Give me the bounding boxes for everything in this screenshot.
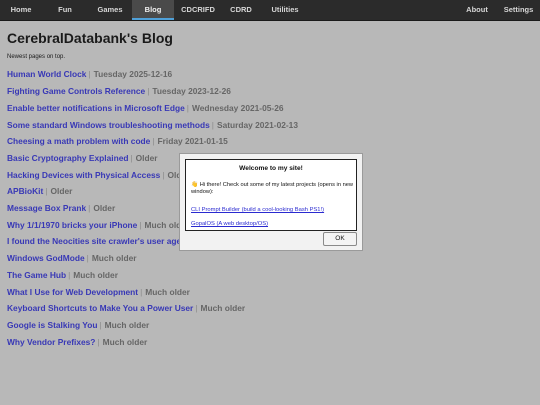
- post-item: APBioKit | Older: [7, 184, 72, 198]
- post-link[interactable]: APBioKit: [7, 186, 43, 196]
- post-date: Wednesday 2021-05-26: [191, 103, 284, 113]
- nav-cdrd[interactable]: CDRD: [222, 0, 260, 20]
- nav-utilities[interactable]: Utilities: [260, 0, 310, 20]
- post-date: Much older: [91, 253, 137, 263]
- post-item: What I Use for Web Development | Much olde…: [7, 285, 190, 299]
- welcome-dialog-body: Welcome to my site! 👋 Hi there! Check ou…: [185, 159, 357, 231]
- dialog-message: 👋 Hi there! Check out some of my latest …: [191, 182, 353, 196]
- ok-button[interactable]: OK: [323, 232, 357, 246]
- welcome-dialog: Welcome to my site! 👋 Hi there! Check ou…: [179, 153, 363, 251]
- post-divider: |: [88, 69, 91, 79]
- waving-hand-icon: 👋: [191, 182, 199, 188]
- post-item: Fighting Game Controls Reference | Tuesday…: [7, 84, 231, 98]
- post-item: Cheesing a math problem with code | Friday…: [7, 134, 228, 148]
- page-title: CerebralDatabank's Blog: [7, 30, 173, 46]
- post-link[interactable]: The Game Hub: [7, 270, 66, 280]
- post-link[interactable]: What I Use for Web Development: [7, 287, 138, 297]
- post-item: Enable better notifications in Microsoft…: [7, 101, 284, 115]
- post-link[interactable]: I found the Neocities site crawler's use…: [7, 236, 181, 246]
- page-subtitle: Newest pages on top.: [7, 54, 66, 60]
- post-link[interactable]: Hacking Devices with Physical Access: [7, 170, 160, 180]
- post-date: Much older: [145, 287, 190, 297]
- post-item: Message Box Prank | Older: [7, 201, 115, 215]
- post-link[interactable]: Windows GodMode: [7, 253, 85, 263]
- post-item: Some standard Windows troubleshooting me…: [7, 118, 298, 132]
- post-link[interactable]: Why 1/1/1970 bricks your iPhone: [7, 220, 137, 230]
- nav-settings[interactable]: Settings: [497, 0, 540, 20]
- post-date: Older: [93, 203, 116, 213]
- post-divider: |: [211, 120, 214, 130]
- nav-about[interactable]: About: [457, 0, 497, 20]
- post-divider: |: [186, 103, 189, 113]
- nav-cdcrifd[interactable]: CDCRIFD: [174, 0, 222, 20]
- post-date: Much older: [102, 337, 148, 347]
- nav-games[interactable]: Games: [88, 0, 132, 20]
- post-divider: |: [195, 303, 198, 313]
- post-link[interactable]: Cheesing a math problem with code: [7, 136, 150, 146]
- post-date: Tuesday 2023-12-26: [152, 86, 231, 96]
- post-item: I found the Neocities site crawler's use…: [7, 234, 181, 248]
- post-date: Much older: [200, 303, 246, 313]
- post-link[interactable]: Google is Stalking You: [7, 320, 97, 330]
- post-link[interactable]: Fighting Game Controls Reference: [7, 86, 145, 96]
- post-link[interactable]: Human World Clock: [7, 69, 86, 79]
- post-link[interactable]: Message Box Prank: [7, 203, 86, 213]
- post-item: Why Vendor Prefixes? | Much older: [7, 335, 147, 349]
- top-nav: Home Fun Games Blog CDCRIFD CDRD Utiliti…: [0, 0, 540, 21]
- post-item: Human World Clock | Tuesday 2025-12-16: [7, 67, 172, 81]
- post-divider: |: [99, 320, 102, 330]
- post-item: The Game Hub | Much older: [7, 268, 118, 282]
- cli-prompt-builder-link[interactable]: CLI Prompt Builder (build a cool-looking…: [191, 207, 324, 213]
- post-divider: |: [152, 136, 155, 146]
- post-date: Older: [135, 153, 158, 163]
- post-item: Keyboard Shortcuts to Make You a Power U…: [7, 301, 245, 315]
- post-item: Basic Cryptography Explained | Older: [7, 151, 158, 165]
- post-divider: |: [86, 253, 89, 263]
- post-divider: |: [162, 170, 165, 180]
- post-link[interactable]: Enable better notifications in Microsoft…: [7, 103, 185, 113]
- post-divider: |: [97, 337, 100, 347]
- post-link[interactable]: Why Vendor Prefixes?: [7, 337, 95, 347]
- post-date: Much older: [104, 320, 150, 330]
- post-item: Windows GodMode | Much older: [7, 251, 136, 265]
- gopalos-link[interactable]: GopalOS (A web desktop/OS): [191, 221, 268, 227]
- dialog-title: Welcome to my site!: [239, 165, 303, 172]
- post-item: Google is Stalking You | Much older: [7, 318, 149, 332]
- post-date: Tuesday 2025-12-16: [93, 69, 173, 79]
- dialog-message-text: Hi there! Check out some of my latest pr…: [191, 182, 354, 195]
- post-date: Saturday 2021-02-13: [216, 120, 298, 130]
- post-date: Friday 2021-01-15: [157, 136, 228, 146]
- nav-blog[interactable]: Blog: [132, 0, 174, 20]
- post-divider: |: [130, 153, 133, 163]
- nav-fun[interactable]: Fun: [42, 0, 88, 20]
- post-date: Older: [50, 186, 73, 196]
- nav-home[interactable]: Home: [0, 0, 42, 20]
- post-date: Much older: [73, 270, 118, 280]
- post-link[interactable]: Basic Cryptography Explained: [7, 153, 128, 163]
- post-link[interactable]: Keyboard Shortcuts to Make You a Power U…: [7, 303, 193, 313]
- post-link[interactable]: Some standard Windows troubleshooting me…: [7, 120, 210, 130]
- post-item: Why 1/1/1970 bricks your iPhone | Much old…: [7, 218, 189, 232]
- post-item: Hacking Devices with Physical Access|Old…: [7, 168, 189, 182]
- post-divider: |: [139, 220, 142, 230]
